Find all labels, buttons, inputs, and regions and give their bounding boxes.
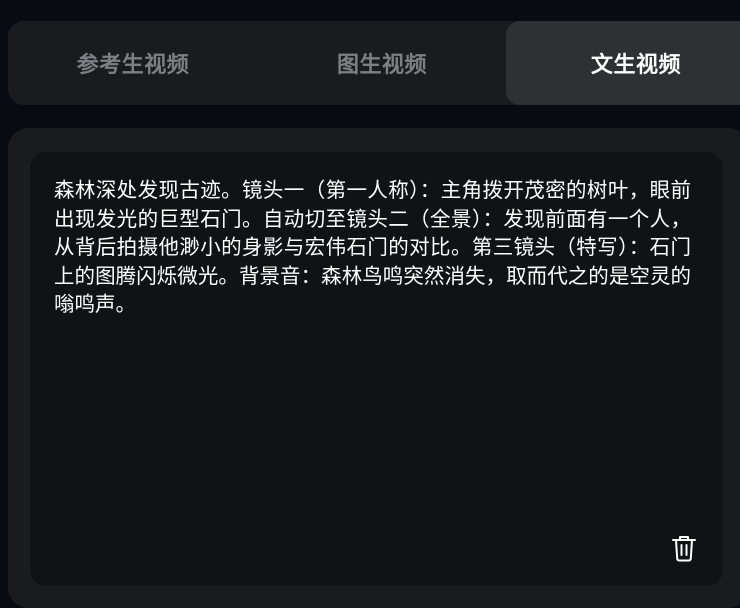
tab-label: 参考生视频 (76, 53, 190, 78)
prompt-input[interactable]: 森林深处发现古迹。镜头一（第一人称）：主角拨开茂密的树叶，眼前出现发光的巨型石门… (30, 152, 723, 586)
tab-text-to-video[interactable]: 文生视频 (506, 21, 740, 105)
tab-label: 文生视频 (590, 53, 681, 78)
trash-icon (672, 536, 696, 562)
mode-tab-bar: 参考生视频 图生视频 文生视频 (8, 21, 740, 105)
tab-reference-to-video[interactable]: 参考生视频 (8, 21, 258, 105)
prompt-text[interactable]: 森林深处发现古迹。镜头一（第一人称）：主角拨开茂密的树叶，眼前出现发光的巨型石门… (54, 176, 691, 319)
tab-image-to-video[interactable]: 图生视频 (258, 21, 506, 105)
delete-button[interactable] (668, 532, 700, 564)
tab-label: 图生视频 (336, 53, 427, 78)
